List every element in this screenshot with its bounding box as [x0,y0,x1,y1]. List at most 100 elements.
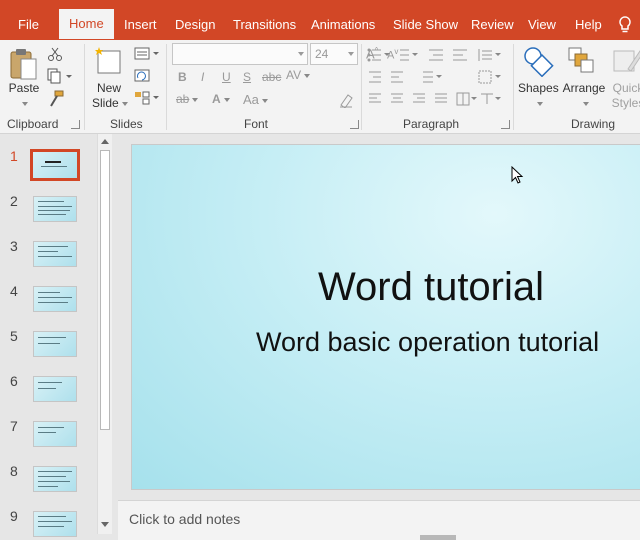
separator [361,44,362,130]
arrange-button[interactable]: Arrange [561,81,607,111]
copy-icon[interactable] [47,68,73,84]
highlight-button[interactable]: ab [176,92,199,106]
paragraph-launcher[interactable] [501,120,510,129]
tab-design[interactable]: Design [165,10,225,40]
tab-transitions[interactable]: Transitions [223,10,306,40]
thumb-text-line [38,343,60,344]
tab-review[interactable]: Review [461,10,524,40]
clipboard-launcher[interactable] [71,120,80,129]
thumb-text-line [38,471,72,472]
shadow-button[interactable]: S [243,70,251,84]
strikethrough-button[interactable]: abc [262,70,281,84]
thumb-text-line [38,526,64,527]
thumb-text-line [38,302,68,303]
notes-placeholder[interactable]: Click to add notes [129,511,240,527]
bold-button[interactable]: B [178,70,187,84]
thumbnail-number: 5 [10,328,18,344]
ribbon-tab-bar: File Home Insert Design Transitions Anim… [0,0,640,40]
font-launcher[interactable] [350,120,359,129]
font-name-combo[interactable] [172,43,308,65]
slide-thumbnail[interactable] [30,149,80,181]
section-icon[interactable] [134,91,160,105]
font-size-combo[interactable]: 24 [310,43,358,65]
separator [513,44,514,130]
mouse-cursor-icon [511,166,524,184]
clear-formatting-icon[interactable] [338,92,354,108]
scroll-down-arrow[interactable] [101,522,109,527]
tab-home[interactable]: Home [59,9,114,39]
quick-styles-button[interactable]: Quick Styles [606,81,640,111]
underline-button[interactable]: U [222,70,231,84]
slide-thumbnail[interactable] [33,241,77,267]
arrange-dropdown [561,96,607,111]
thumb-text-line [38,521,72,522]
paste-button[interactable]: Paste [8,81,40,96]
cut-icon[interactable] [47,46,63,62]
clipboard-group-label: Clipboard [7,117,59,131]
thumbnail-number: 6 [10,373,18,389]
tab-animations[interactable]: Animations [301,10,385,40]
paste-dropdown[interactable] [19,96,28,111]
slide-thumbnail[interactable] [33,331,77,357]
shapes-button[interactable]: Shapes [518,81,559,111]
font-size-value: 24 [315,47,329,61]
slide-thumbnail[interactable] [33,286,77,312]
lightbulb-icon[interactable] [617,15,633,35]
italic-button[interactable]: I [201,70,204,84]
arrange-icon[interactable] [566,45,598,77]
slide-canvas[interactable]: Word tutorial Word basic operation tutor… [131,144,640,490]
scrollbar-thumb[interactable] [100,150,110,430]
tab-slide-show[interactable]: Slide Show [383,10,468,40]
thumb-text-line [38,201,64,202]
paragraph-group-label: Paragraph [403,117,460,131]
slide-subtitle[interactable]: Word basic operation tutorial [256,327,599,358]
font-group-label: Font [244,117,269,131]
list-buttons-row [367,48,501,62]
tab-insert[interactable]: Insert [114,10,167,40]
tab-file[interactable]: File [8,10,49,40]
new-slide-button[interactable]: New Slide [92,81,128,111]
thumb-text-line [38,388,56,389]
change-case-button[interactable]: Aa [243,92,268,107]
ribbon: Paste Clipboard New Slide Slides 24 A Av… [0,40,640,134]
spacing-buttons-row [369,70,501,84]
thumbnail-number: 7 [10,418,18,434]
separator [84,44,85,130]
paste-icon[interactable] [9,47,39,83]
format-painter-icon[interactable] [47,90,65,108]
thumb-text-line [38,476,66,477]
quick-styles-label-line2: Styles [611,96,640,110]
layout-icon[interactable] [134,47,160,61]
slide-thumbnail[interactable] [33,376,77,402]
thumb-text-line [38,432,56,433]
slide-title[interactable]: Word tutorial [318,265,544,310]
thumb-text-line [38,337,66,338]
thumbnail-number: 3 [10,238,18,254]
thumbnail-scrollbar[interactable] [97,134,112,534]
reset-icon[interactable] [134,69,150,83]
new-slide-label-line1: New [96,81,121,95]
thumb-text-line [38,481,70,482]
thumb-text-line [38,292,60,293]
slide-thumbnail[interactable] [33,421,77,447]
new-slide-icon[interactable] [94,45,122,75]
tab-help[interactable]: Help [565,10,612,40]
thumb-text-line [38,210,70,211]
thumb-text-line [38,382,62,383]
shapes-dropdown [518,96,558,111]
slide-thumbnail[interactable] [33,466,77,492]
thumb-text-line [38,516,66,517]
character-spacing-button[interactable]: AV [286,68,311,82]
thumbnail-number: 1 [10,148,18,164]
slide-thumbnail[interactable] [33,196,77,222]
thumb-text-line [38,297,72,298]
status-bar-fragment [420,535,456,540]
font-color-button[interactable]: A [212,92,230,106]
tab-view[interactable]: View [518,10,566,40]
scroll-up-arrow[interactable] [101,139,109,144]
quick-styles-icon[interactable] [612,45,640,77]
slide-thumbnail[interactable] [33,511,77,537]
new-slide-label-line2: Slide [92,96,128,111]
shapes-icon[interactable] [522,45,554,77]
notes-pane[interactable]: Click to add notes [118,500,640,540]
